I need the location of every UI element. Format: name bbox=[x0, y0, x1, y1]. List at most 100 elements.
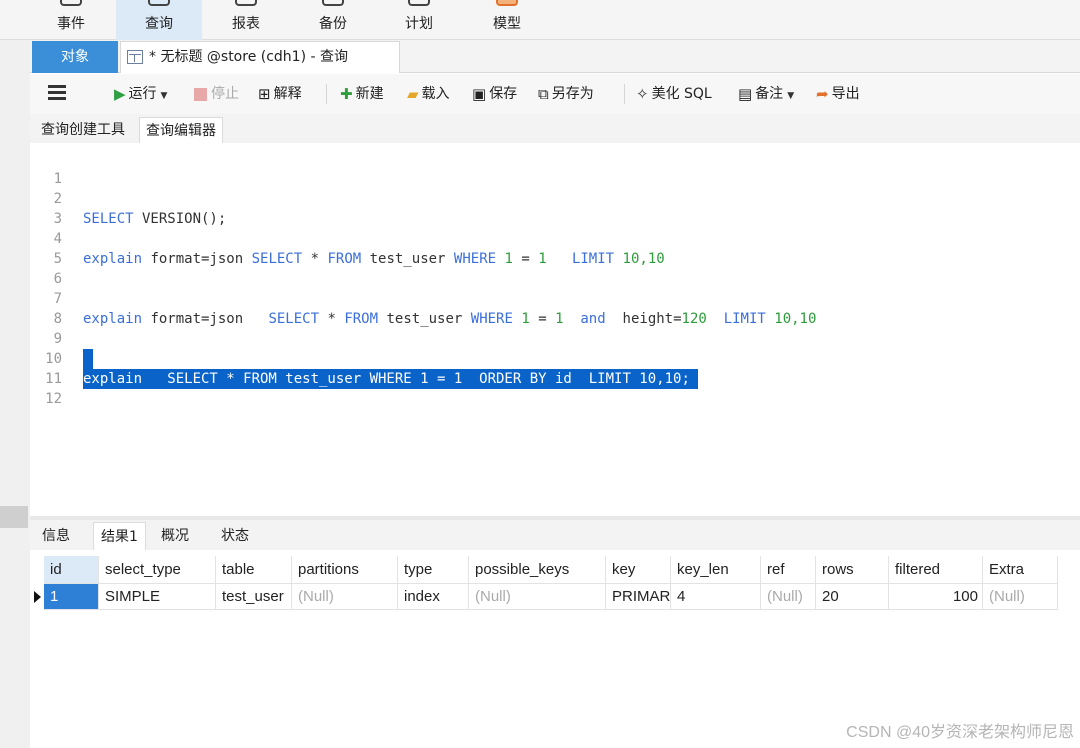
save-button[interactable]: ▣ 保存 bbox=[472, 82, 517, 106]
event-icon bbox=[60, 0, 82, 6]
beautify-sql-label: 美化 SQL bbox=[651, 86, 712, 102]
tab-result-1[interactable]: 结果1 bbox=[93, 522, 146, 550]
ribbon-backup-label: 备份 bbox=[319, 16, 347, 32]
tab-query-editor[interactable]: 查询编辑器 bbox=[139, 117, 223, 143]
cell-key-len[interactable]: 4 bbox=[671, 584, 761, 610]
table-row[interactable]: 1 SIMPLE test_user (Null) index (Null) P… bbox=[30, 584, 1058, 610]
cell-id[interactable]: 1 bbox=[44, 584, 99, 610]
ribbon-report-button[interactable]: 报表 bbox=[203, 0, 289, 40]
column-header-rows[interactable]: rows bbox=[816, 556, 889, 584]
column-header-select-type[interactable]: select_type bbox=[99, 556, 216, 584]
folder-icon: ▰ bbox=[407, 85, 419, 103]
backup-icon bbox=[322, 0, 344, 6]
save-icon: ▣ bbox=[472, 85, 487, 103]
editor-line: 7 explain format=json SELECT * FROM test… bbox=[30, 269, 817, 327]
ribbon-schedule-button[interactable]: 计划 bbox=[376, 0, 462, 40]
ribbon-report-label: 报表 bbox=[232, 16, 260, 32]
save-as-icon: ⧉ bbox=[538, 85, 549, 103]
query-table-icon bbox=[148, 0, 170, 6]
column-header-id[interactable]: id bbox=[44, 556, 99, 584]
tab-objects[interactable]: 对象 bbox=[32, 41, 118, 73]
editor-line: 4 explain format=json SELECT * FROM test… bbox=[30, 209, 665, 267]
toolbar-divider bbox=[624, 84, 625, 104]
editor-line: 12 bbox=[30, 369, 64, 407]
run-label: 运行 bbox=[128, 86, 157, 102]
editor-line: 3 bbox=[30, 189, 64, 227]
export-icon: ➦ bbox=[816, 85, 829, 103]
cell-select-type[interactable]: SIMPLE bbox=[99, 584, 216, 610]
line-number: 12 bbox=[45, 391, 62, 407]
run-button[interactable]: ▶ 运行 ▼ bbox=[114, 82, 167, 106]
code-text: SELECT VERSION(); bbox=[83, 211, 227, 227]
tab-untitled-query[interactable]: * 无标题 @store (cdh1) - 查询 bbox=[120, 41, 400, 73]
export-label: 导出 bbox=[831, 86, 860, 102]
left-panel-handle[interactable] bbox=[0, 506, 28, 528]
editor-line: 1 bbox=[30, 149, 64, 187]
cell-filtered[interactable]: 100 bbox=[889, 584, 983, 610]
cell-table[interactable]: test_user bbox=[216, 584, 292, 610]
load-label: 载入 bbox=[421, 86, 450, 102]
explain-button[interactable]: ⊞ 解释 bbox=[258, 82, 302, 106]
cell-type[interactable]: index bbox=[398, 584, 469, 610]
ribbon-backup-button[interactable]: 备份 bbox=[290, 0, 376, 40]
tab-info[interactable]: 信息 bbox=[35, 522, 77, 550]
column-header-possible-keys[interactable]: possible_keys bbox=[469, 556, 606, 584]
editor-line: 5 bbox=[30, 229, 64, 267]
new-query-icon: ✚ bbox=[340, 85, 353, 103]
ribbon-event-label: 事件 bbox=[57, 16, 85, 32]
ribbon-model-button[interactable]: 模型 bbox=[464, 0, 550, 40]
cell-ref[interactable]: (Null) bbox=[761, 584, 816, 610]
play-icon: ▶ bbox=[114, 85, 126, 103]
explain-icon: ⊞ bbox=[258, 85, 271, 103]
row-pointer-icon bbox=[34, 591, 41, 603]
tab-untitled-query-label: * 无标题 @store (cdh1) - 查询 bbox=[149, 49, 349, 65]
model-icon bbox=[496, 0, 518, 6]
chevron-down-icon[interactable]: ▼ bbox=[787, 91, 794, 101]
comment-label: 备注 bbox=[755, 86, 784, 102]
cell-rows[interactable]: 20 bbox=[816, 584, 889, 610]
comment-button[interactable]: ▤ 备注 ▼ bbox=[738, 82, 794, 106]
code-text: explain format=json SELECT * FROM test_u… bbox=[83, 251, 665, 267]
load-button[interactable]: ▰ 载入 bbox=[407, 82, 450, 106]
column-header-key-len[interactable]: key_len bbox=[671, 556, 761, 584]
sql-editor[interactable]: 1 2 SELECT VERSION(); 3 4 explain format… bbox=[30, 143, 1080, 516]
column-header-filtered[interactable]: filtered bbox=[889, 556, 983, 584]
save-as-button[interactable]: ⧉ 另存为 bbox=[538, 82, 594, 106]
tab-profile[interactable]: 概况 bbox=[154, 522, 196, 550]
column-header-ref[interactable]: ref bbox=[761, 556, 816, 584]
chevron-down-icon[interactable]: ▼ bbox=[161, 91, 168, 101]
cell-key[interactable]: PRIMAR bbox=[606, 584, 671, 610]
code-text: explain format=json SELECT * FROM test_u… bbox=[83, 311, 817, 327]
cell-extra[interactable]: (Null) bbox=[983, 584, 1058, 610]
column-header-partitions[interactable]: partitions bbox=[292, 556, 398, 584]
ribbon-event-button[interactable]: 事件 bbox=[28, 0, 114, 40]
hamburger-menu-icon[interactable] bbox=[48, 85, 66, 101]
export-button[interactable]: ➦ 导出 bbox=[816, 82, 860, 106]
column-header-key[interactable]: key bbox=[606, 556, 671, 584]
ribbon-query-button[interactable]: 查询 bbox=[116, 0, 202, 40]
tab-status[interactable]: 状态 bbox=[214, 522, 256, 550]
column-header-table[interactable]: table bbox=[216, 556, 292, 584]
cell-partitions[interactable]: (Null) bbox=[292, 584, 398, 610]
tab-query-builder[interactable]: 查询创建工具 bbox=[35, 117, 131, 143]
report-icon bbox=[235, 0, 257, 6]
column-header-type[interactable]: type bbox=[398, 556, 469, 584]
stop-button[interactable]: 停止 bbox=[194, 82, 239, 106]
stop-icon bbox=[194, 87, 207, 101]
ribbon-model-label: 模型 bbox=[493, 16, 521, 32]
new-label: 新建 bbox=[355, 86, 384, 102]
cell-possible-keys[interactable]: (Null) bbox=[469, 584, 606, 610]
new-button[interactable]: ✚ 新建 bbox=[340, 82, 384, 106]
selected-code-text: explain SELECT * FROM test_user WHERE 1 … bbox=[83, 369, 699, 389]
editor-line: 9 bbox=[30, 309, 64, 347]
watermark: CSDN @40岁资深老架构师尼恩 bbox=[846, 724, 1074, 741]
beautify-sql-button[interactable]: ✧ 美化 SQL bbox=[636, 82, 712, 106]
query-toolbar: ▶ 运行 ▼ 停止 ⊞ 解释 ✚ 新建 ▰ 载入 ▣ 保存 ⧉ 另存为 ✧ 美化 SQL ▤ 备注… bbox=[30, 74, 1080, 114]
save-label: 保存 bbox=[489, 86, 518, 102]
ribbon-query-label: 查询 bbox=[145, 16, 173, 32]
toolbar-divider bbox=[326, 84, 327, 104]
left-panel-strip bbox=[0, 40, 30, 748]
column-header-extra[interactable]: Extra bbox=[983, 556, 1058, 584]
grid-header-row: id select_type table partitions type pos… bbox=[30, 556, 1058, 584]
explain-label: 解释 bbox=[273, 86, 302, 102]
